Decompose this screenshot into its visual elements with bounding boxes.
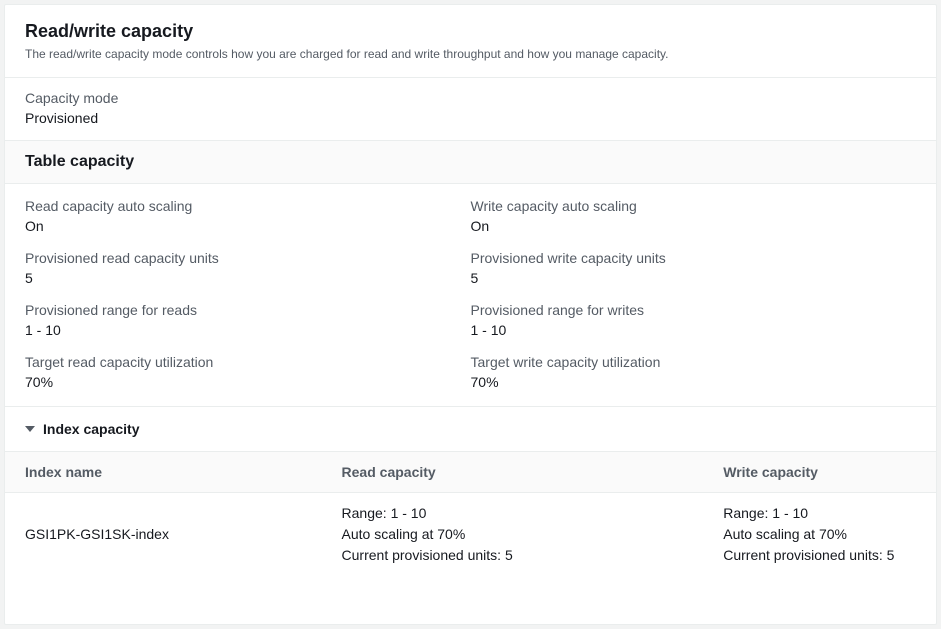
write-provisioned-units-value: 5: [471, 270, 917, 286]
capacity-panel: Read/write capacity The read/write capac…: [4, 4, 937, 625]
page-subtitle: The read/write capacity mode controls ho…: [25, 46, 916, 63]
read-autoscaling-label: Read capacity auto scaling: [25, 198, 471, 214]
write-scaling-line: Auto scaling at 70%: [723, 524, 916, 545]
panel-header: Read/write capacity The read/write capac…: [5, 5, 936, 78]
col-index-name: Index name: [5, 452, 322, 493]
read-range-line: Range: 1 - 10: [342, 503, 684, 524]
table-capacity-title: Table capacity: [25, 153, 916, 171]
col-write-capacity: Write capacity: [703, 452, 936, 493]
read-range-value: 1 - 10: [25, 322, 471, 338]
write-range-label: Provisioned range for writes: [471, 302, 917, 318]
write-provisioned-units-label: Provisioned write capacity units: [471, 250, 917, 266]
read-range-label: Provisioned range for reads: [25, 302, 471, 318]
table-capacity-header: Table capacity: [5, 141, 936, 184]
write-range-line: Range: 1 - 10: [723, 503, 916, 524]
table-capacity-body: Read capacity auto scaling On Provisione…: [5, 184, 936, 407]
index-capacity-title: Index capacity: [43, 421, 140, 437]
index-capacity-toggle[interactable]: Index capacity: [5, 407, 936, 452]
read-target-util-label: Target read capacity utilization: [25, 354, 471, 370]
index-name-cell: GSI1PK-GSI1SK-index: [5, 492, 322, 576]
write-range-value: 1 - 10: [471, 322, 917, 338]
table-row: GSI1PK-GSI1SK-index Range: 1 - 10 Auto s…: [5, 492, 936, 576]
capacity-mode-label: Capacity mode: [25, 90, 916, 106]
capacity-mode-value: Provisioned: [25, 110, 916, 126]
read-capacity-cell: Range: 1 - 10 Auto scaling at 70% Curren…: [322, 492, 704, 576]
write-autoscaling-value: On: [471, 218, 917, 234]
page-title: Read/write capacity: [25, 21, 916, 42]
write-current-line: Current provisioned units: 5: [723, 545, 916, 566]
write-capacity-cell: Range: 1 - 10 Auto scaling at 70% Curren…: [703, 492, 936, 576]
index-capacity-table: Index name Read capacity Write capacity …: [5, 452, 936, 576]
read-target-util-value: 70%: [25, 374, 471, 390]
col-read-capacity: Read capacity: [322, 452, 704, 493]
write-target-util-label: Target write capacity utilization: [471, 354, 917, 370]
read-autoscaling-value: On: [25, 218, 471, 234]
read-capacity-column: Read capacity auto scaling On Provisione…: [25, 198, 471, 390]
read-provisioned-units-label: Provisioned read capacity units: [25, 250, 471, 266]
read-provisioned-units-value: 5: [25, 270, 471, 286]
write-capacity-column: Write capacity auto scaling On Provision…: [471, 198, 917, 390]
caret-down-icon: [25, 424, 35, 434]
read-current-line: Current provisioned units: 5: [342, 545, 684, 566]
capacity-mode-section: Capacity mode Provisioned: [5, 78, 936, 141]
write-autoscaling-label: Write capacity auto scaling: [471, 198, 917, 214]
read-scaling-line: Auto scaling at 70%: [342, 524, 684, 545]
write-target-util-value: 70%: [471, 374, 917, 390]
